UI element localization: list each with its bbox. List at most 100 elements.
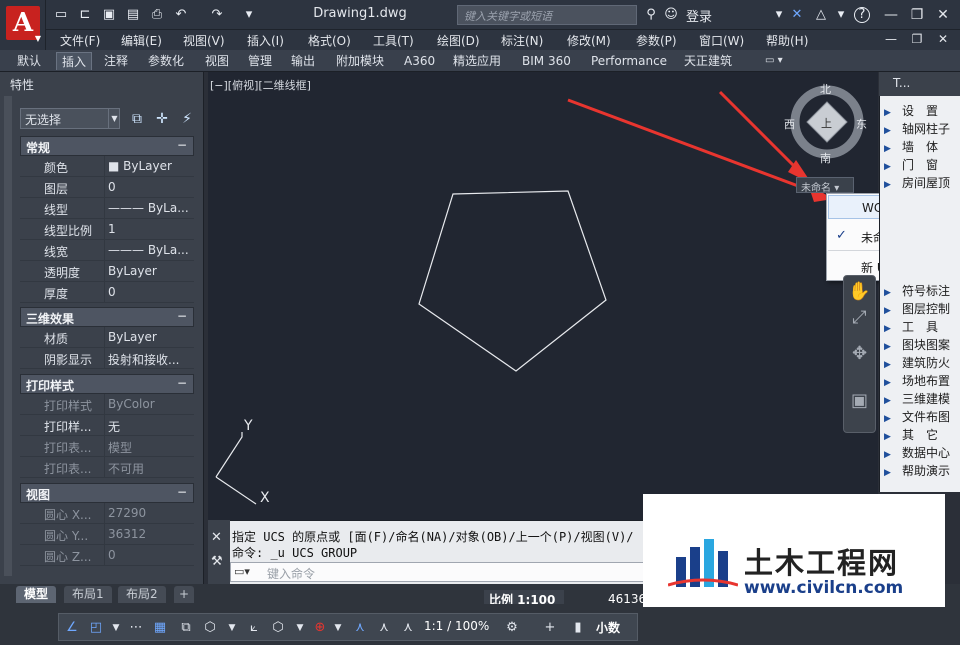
annotation-scale-icon[interactable]: ⋏ (398, 618, 418, 638)
tab-default[interactable]: 默认 (12, 52, 46, 70)
property-row[interactable]: 圆心 Z... 0 (20, 545, 194, 566)
command-prompt-icon[interactable]: ▭▾ (234, 565, 250, 578)
login-button[interactable]: 登录 (686, 6, 712, 25)
tool-item[interactable]: ▶ 文件布图 (884, 408, 960, 426)
showmotion-icon[interactable]: ▣ (843, 390, 876, 416)
collapse-icon[interactable]: − (177, 309, 187, 323)
command-input[interactable]: 键入命令 (230, 562, 644, 582)
save-icon[interactable]: ▣ (100, 6, 118, 24)
menu-dimension[interactable]: 标注(N) (501, 32, 543, 49)
grid-icon[interactable]: ▦ (150, 618, 170, 638)
menu-file[interactable]: 文件(F) (60, 32, 100, 49)
quick-select-icon[interactable]: ⚡ (177, 109, 197, 129)
section-plot-style[interactable]: 打印样式 − (20, 374, 194, 394)
doc-minimize-icon[interactable]: — (878, 29, 904, 49)
selection-dropdown[interactable]: 无选择 (20, 108, 120, 129)
tool-item[interactable]: ▶ 图层控制 (884, 300, 960, 318)
dropdown-icon-2[interactable]: ▾ (832, 6, 850, 24)
undo-icon[interactable]: ↶ (172, 6, 190, 24)
dropdown-icon[interactable]: ▼ (222, 618, 242, 638)
object-snap-icon[interactable]: ⧉ (176, 618, 196, 638)
collapse-icon[interactable]: − (177, 485, 187, 499)
tool-item[interactable]: ▶ 三维建模 (884, 390, 960, 408)
section-general[interactable]: 常规 − (20, 136, 194, 156)
property-row[interactable]: 圆心 Y... 36312 (20, 524, 194, 545)
property-value[interactable]: 1 (106, 219, 194, 240)
close-icon[interactable]: ✕ (211, 530, 222, 545)
tool-item[interactable]: ▶ 轴网柱子 (884, 120, 960, 138)
property-value[interactable]: ——— ByLa... (106, 240, 194, 261)
tool-item[interactable]: ▶ 墙 体 (884, 138, 960, 156)
section-3d-effects[interactable]: 三维效果 − (20, 307, 194, 327)
tool-item[interactable]: ▶ 数据中心 (884, 444, 960, 462)
tool-item[interactable]: ▶ 图块图案 (884, 336, 960, 354)
pentagon-shape[interactable] (418, 190, 607, 372)
add-layout-icon[interactable]: + (174, 586, 195, 603)
gizmo-icon[interactable]: ⊕ (310, 618, 330, 638)
tool-item[interactable]: ▶ 符号标注 (884, 282, 960, 300)
annotation-visibility-icon[interactable]: ⋏ (350, 618, 370, 638)
plus-icon[interactable]: + (540, 618, 560, 638)
property-row[interactable]: 打印样... 无 (20, 415, 194, 436)
tab-annotate[interactable]: 注释 (99, 52, 133, 70)
ucs-dropdown[interactable]: 未命名 ▾ (796, 177, 854, 194)
property-value[interactable]: 0 (106, 177, 194, 198)
menu-format[interactable]: 格式(O) (308, 32, 351, 49)
collapse-icon[interactable]: − (177, 376, 187, 390)
collapse-icon[interactable]: − (177, 138, 187, 152)
property-row[interactable]: 打印表... 不可用 (20, 457, 194, 478)
tab-tangent[interactable]: 天正建筑 (679, 52, 737, 70)
palette-side-strip[interactable] (4, 96, 12, 576)
tab-bim360[interactable]: BIM 360 (517, 52, 576, 70)
tab-manage[interactable]: 管理 (243, 52, 277, 70)
menu-modify[interactable]: 修改(M) (567, 32, 611, 49)
tool-item[interactable]: ▶ 设 置 (884, 102, 960, 120)
chevron-down-icon[interactable]: ▼ (108, 109, 120, 128)
property-value[interactable]: ByLayer (106, 261, 194, 282)
orbit-icon[interactable]: ✥ (843, 343, 876, 369)
tool-item[interactable]: ▶ 其 它 (884, 426, 960, 444)
property-value[interactable]: 投射和接收... (106, 348, 194, 369)
menu-edit[interactable]: 编辑(E) (121, 32, 162, 49)
property-value[interactable]: 0 (106, 282, 194, 303)
tab-addins[interactable]: 附加模块 (331, 52, 389, 70)
binoculars-icon[interactable]: ⚲ (642, 6, 660, 24)
property-value[interactable]: ByLayer (106, 327, 194, 348)
compass-south[interactable]: 南 (820, 150, 831, 166)
application-menu-button[interactable]: A ▼ (0, 0, 46, 50)
redo-icon[interactable]: ↷ (208, 6, 226, 24)
tool-item[interactable]: ▶ 房间屋顶 (884, 174, 960, 192)
section-view[interactable]: 视图 − (20, 483, 194, 503)
drawing-svg[interactable] (208, 72, 878, 520)
property-row[interactable]: 厚度 0 (20, 282, 194, 303)
tool-item[interactable]: ▶ 建筑防火 (884, 354, 960, 372)
selection-cycling-icon[interactable]: ⬡ (268, 618, 288, 638)
tool-item[interactable]: ▶ 场地布置 (884, 372, 960, 390)
ribbon-toggle-icon[interactable]: ▭ ▾ (760, 52, 788, 70)
compass-north[interactable]: 北 (820, 81, 831, 97)
property-row[interactable]: 线型 ——— ByLa... (20, 198, 194, 219)
close-icon[interactable]: ✕ (930, 4, 956, 26)
property-row[interactable]: 图层 0 (20, 177, 194, 198)
doc-close-icon[interactable]: ✕ (930, 29, 956, 49)
dropdown-icon[interactable]: ▼ (328, 618, 348, 638)
menu-insert[interactable]: 插入(I) (247, 32, 284, 49)
menu-parametric[interactable]: 参数(P) (636, 32, 677, 49)
menu-window[interactable]: 窗口(W) (699, 32, 744, 49)
pan-icon[interactable]: ✋ (843, 281, 876, 307)
property-row[interactable]: 颜色 ■ ByLayer (20, 156, 194, 177)
snap-icon[interactable]: ⋯ (126, 618, 146, 638)
property-row[interactable]: 透明度 ByLayer (20, 261, 194, 282)
menu-view[interactable]: 视图(V) (183, 32, 225, 49)
isolate-icon[interactable]: ▮ (568, 618, 588, 638)
property-row[interactable]: 线型比例 1 (20, 219, 194, 240)
save-as-icon[interactable]: ▤ (124, 6, 142, 24)
doc-restore-icon[interactable]: ❐ (904, 29, 930, 49)
print-icon[interactable]: ⎙ (148, 6, 166, 24)
wrench-icon[interactable]: ⚒ (211, 554, 223, 569)
dropdown-icon[interactable]: ▼ (106, 618, 126, 638)
tab-layout2[interactable]: 布局2 (118, 586, 166, 603)
auto-scale-icon[interactable]: ⋏ (374, 618, 394, 638)
tab-featured-apps[interactable]: 精选应用 (448, 52, 506, 70)
tool-item[interactable]: ▶ 帮助演示 (884, 462, 960, 480)
